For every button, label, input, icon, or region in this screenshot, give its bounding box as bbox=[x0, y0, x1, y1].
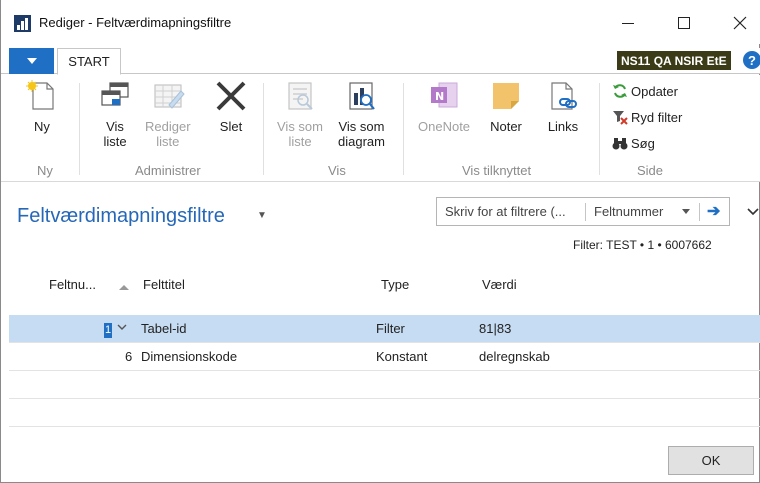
help-icon[interactable]: ? bbox=[743, 51, 760, 69]
tab-start[interactable]: START bbox=[57, 48, 121, 75]
ribbon: Ny Ny Vis liste Rediger liste Slet Admin… bbox=[1, 75, 760, 182]
chevron-down-icon[interactable] bbox=[682, 209, 690, 214]
cell-vaerdi[interactable]: 81|83 bbox=[479, 321, 511, 336]
refresh-label: Opdater bbox=[631, 83, 678, 99]
notes-label: Noter bbox=[490, 119, 522, 134]
group-label-ny: Ny bbox=[37, 163, 53, 178]
filter-summary: Filter: TEST • 1 • 6007662 bbox=[573, 238, 712, 252]
new-button-label: Ny bbox=[34, 119, 50, 134]
onenote-label: OneNote bbox=[418, 119, 471, 134]
row-chevron-down-icon[interactable] bbox=[117, 320, 127, 334]
cell-felttitel[interactable]: Tabel-id bbox=[141, 321, 187, 336]
title-dropdown-icon[interactable]: ▼ bbox=[257, 210, 267, 221]
filter-field-select[interactable]: Feltnummer bbox=[594, 204, 663, 219]
view-as-chart-label-1: Vis som bbox=[338, 119, 385, 134]
group-separator bbox=[263, 83, 264, 175]
delete-button[interactable]: Slet bbox=[214, 79, 248, 134]
links-button[interactable]: Links bbox=[546, 79, 580, 134]
view-list-icon bbox=[98, 79, 132, 113]
ok-button[interactable]: OK bbox=[668, 446, 754, 475]
view-list-button[interactable]: Vis liste bbox=[98, 79, 132, 149]
filter-separator bbox=[585, 203, 586, 221]
view-list-label-1: Vis bbox=[106, 119, 124, 134]
cell-type[interactable]: Konstant bbox=[376, 349, 427, 364]
clear-filter-icon bbox=[612, 109, 628, 125]
clear-filter-label: Ryd filter bbox=[631, 109, 683, 125]
edit-list-label-2: liste bbox=[156, 134, 180, 149]
cell-felttitel[interactable]: Dimensionskode bbox=[141, 349, 237, 364]
ribbon-tab-row: START NS11 QA NSIR EtE ? bbox=[1, 48, 760, 75]
group-label-vis-tilknyttet: Vis tilknyttet bbox=[462, 163, 532, 178]
sort-ascending-icon bbox=[119, 285, 129, 290]
group-label-administrer: Administrer bbox=[135, 163, 201, 178]
delete-button-label: Slet bbox=[219, 119, 243, 134]
edit-list-button[interactable]: Rediger liste bbox=[145, 79, 191, 149]
filter-input[interactable]: Skriv for at filtrere (... bbox=[445, 204, 566, 219]
filter-box: Skriv for at filtrere (... Feltnummer ➔ bbox=[436, 197, 730, 226]
maximize-icon bbox=[678, 17, 690, 29]
close-button[interactable] bbox=[717, 8, 760, 38]
empty-table-row[interactable] bbox=[9, 399, 760, 427]
notes-button[interactable]: Noter bbox=[489, 79, 523, 134]
links-icon bbox=[546, 79, 580, 113]
group-label-vis: Vis bbox=[328, 163, 346, 178]
view-as-chart-icon bbox=[344, 79, 378, 113]
cell-type[interactable]: Filter bbox=[376, 321, 405, 336]
clear-filter-button[interactable]: Ryd filter bbox=[612, 109, 682, 125]
new-doc-icon bbox=[25, 79, 59, 113]
view-as-chart-button[interactable]: Vis som diagram bbox=[338, 79, 385, 149]
view-as-chart-label-2: diagram bbox=[338, 134, 385, 149]
svg-text:N: N bbox=[435, 90, 444, 103]
view-as-list-label-2: liste bbox=[288, 134, 312, 149]
edit-list-label-1: Rediger bbox=[145, 119, 191, 134]
delete-icon bbox=[214, 79, 248, 113]
minimize-button[interactable] bbox=[605, 8, 651, 38]
app-icon bbox=[14, 15, 31, 32]
filter-separator bbox=[699, 203, 700, 221]
company-badge: NS11 QA NSIR EtE bbox=[617, 51, 731, 70]
new-button[interactable]: Ny bbox=[25, 79, 59, 134]
dropdown-arrow-icon bbox=[26, 58, 37, 64]
group-separator bbox=[599, 83, 600, 175]
refresh-button[interactable]: Opdater bbox=[612, 83, 678, 99]
search-button[interactable]: Søg bbox=[612, 135, 655, 151]
column-header-felttitel[interactable]: Felttitel bbox=[143, 277, 185, 292]
minimize-icon bbox=[622, 22, 634, 24]
file-menu-button[interactable] bbox=[9, 48, 54, 74]
onenote-button[interactable]: N OneNote bbox=[418, 79, 470, 134]
column-header-feltnummer[interactable]: Feltnu... bbox=[49, 277, 96, 292]
arrow-right-icon[interactable]: ➔ bbox=[707, 201, 720, 221]
onenote-icon: N bbox=[427, 79, 461, 113]
search-binoculars-icon bbox=[612, 135, 628, 151]
view-list-label-2: liste bbox=[103, 134, 127, 149]
edit-list-icon bbox=[151, 79, 185, 113]
table-row[interactable]: 1 Tabel-id Filter 81|83 bbox=[9, 315, 760, 343]
search-label: Søg bbox=[631, 135, 655, 151]
maximize-button[interactable] bbox=[661, 8, 707, 38]
page-title[interactable]: Feltværdimapningsfiltre bbox=[17, 205, 225, 228]
cell-feltnummer[interactable]: 6 bbox=[125, 349, 132, 364]
close-icon bbox=[733, 16, 747, 30]
empty-table-row[interactable] bbox=[9, 371, 760, 399]
column-header-type[interactable]: Type bbox=[381, 277, 409, 292]
group-label-side: Side bbox=[637, 163, 664, 178]
view-as-list-label-1: Vis som bbox=[277, 119, 323, 134]
refresh-icon bbox=[612, 83, 628, 99]
cell-feltnummer[interactable]: 1 bbox=[104, 321, 112, 338]
links-label: Links bbox=[547, 119, 579, 134]
dialog-window: Rediger - Feltværdimapningsfiltre START … bbox=[0, 0, 760, 483]
view-as-list-icon bbox=[283, 79, 317, 113]
notes-icon bbox=[489, 79, 523, 113]
view-as-list-button[interactable]: Vis som liste bbox=[277, 79, 323, 149]
group-separator bbox=[79, 83, 80, 175]
collapse-chevron-icon[interactable] bbox=[747, 203, 759, 219]
table-row[interactable]: 6 Dimensionskode Konstant delregnskab bbox=[9, 343, 760, 371]
title-bar: Rediger - Feltværdimapningsfiltre bbox=[1, 0, 760, 44]
group-separator bbox=[403, 83, 404, 175]
column-header-vaerdi[interactable]: Værdi bbox=[482, 277, 517, 292]
cell-vaerdi[interactable]: delregnskab bbox=[479, 349, 550, 364]
window-title: Rediger - Feltværdimapningsfiltre bbox=[39, 15, 232, 30]
